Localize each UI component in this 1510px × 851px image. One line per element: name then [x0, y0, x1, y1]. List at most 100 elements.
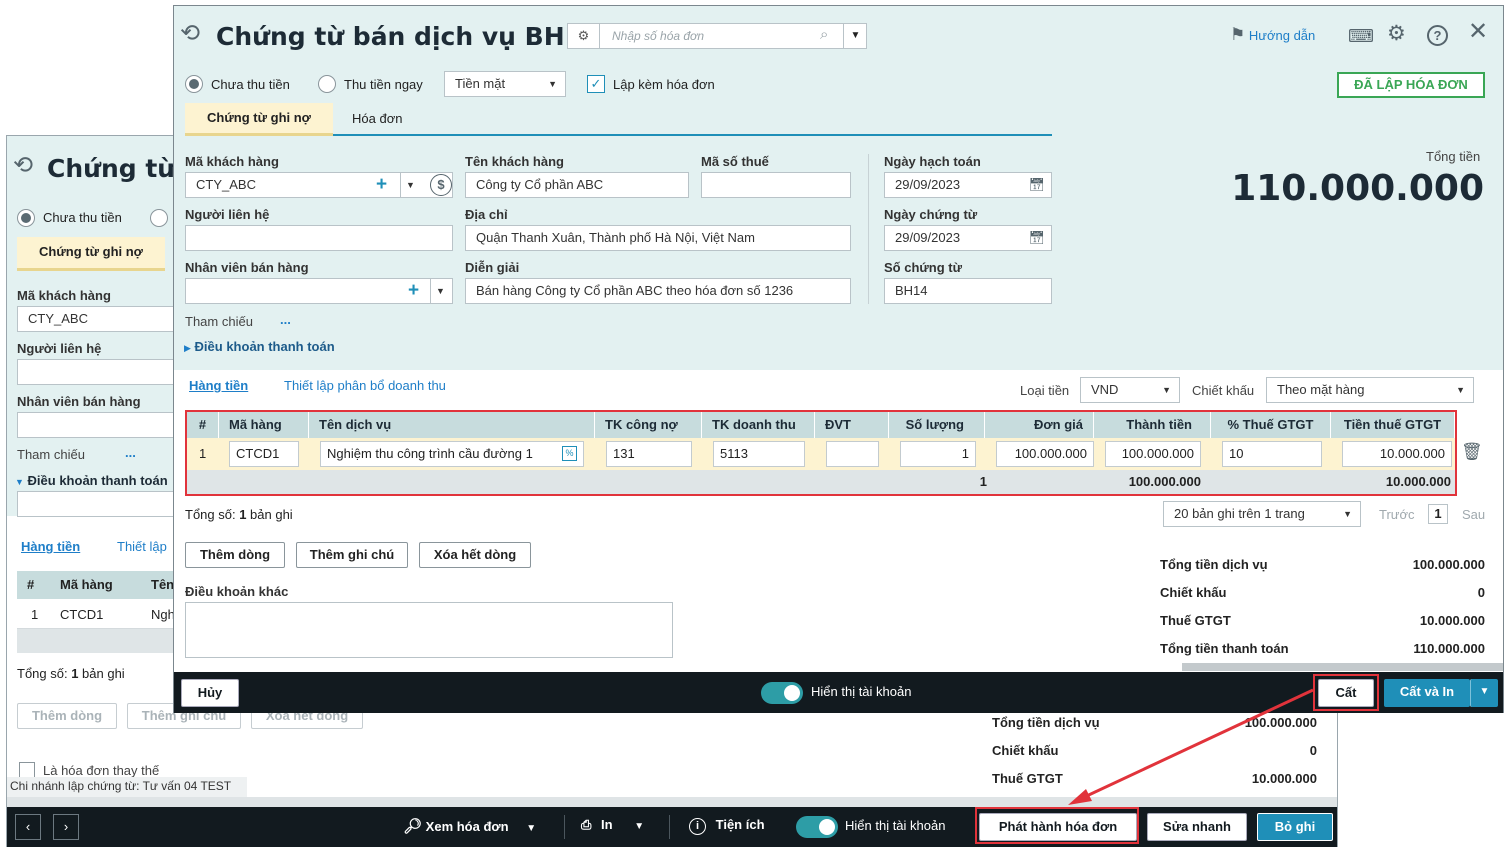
next-record-button[interactable]: ›	[53, 814, 79, 840]
sales-staff-field[interactable]: + ▼	[185, 278, 453, 304]
front-bottom-toolbar: Hủy Hiển thị tài khoản Cất Cất và In ▼	[174, 672, 1503, 713]
trash-icon[interactable]: 🗑︎	[1461, 442, 1483, 462]
add-row-button[interactable]: Thêm dòng	[185, 542, 285, 568]
page-size-select[interactable]: 20 bản ghi trên 1 trang ▼	[1163, 501, 1361, 527]
history-icon[interactable]: ⟲	[13, 154, 33, 178]
subtab-revenue-alloc[interactable]: Thiết lập phân bổ doanh thu	[284, 378, 446, 393]
chevron-down-icon[interactable]: ▼	[843, 24, 867, 48]
back-add-row-button[interactable]: Thêm dòng	[17, 703, 117, 729]
save-print-button[interactable]: Cất và In	[1384, 679, 1470, 707]
back-replace-invoice-checkbox[interactable]	[19, 762, 35, 778]
back-contact-field[interactable]	[17, 359, 177, 385]
currency-icon[interactable]: $	[430, 174, 452, 196]
back-total-records: Tổng số: 1 bản ghi	[17, 666, 125, 681]
total-service-label: Tổng tiền dịch vụ	[1160, 557, 1268, 572]
next-page-button[interactable]: Sau	[1462, 507, 1485, 522]
invoice-search[interactable]: ⚙ Nhập số hóa đơn ⌕ ▼	[567, 23, 867, 49]
grid-highlight	[185, 410, 1457, 496]
chevron-down-icon[interactable]: ▼	[436, 279, 445, 303]
back-payment-terms-field[interactable]	[17, 491, 177, 517]
address-field[interactable]: Quận Thanh Xuân, Thành phố Hà Nội, Việt …	[465, 225, 851, 251]
back-radio-paid[interactable]	[150, 209, 168, 227]
add-icon[interactable]: +	[408, 279, 419, 303]
view-invoice-button[interactable]: 🔎︎ Xem hóa đơn ▼	[403, 817, 536, 835]
close-icon[interactable]: ✕	[1468, 20, 1488, 44]
back-show-accounts-toggle[interactable]	[796, 816, 838, 838]
chevron-down-icon[interactable]: ▼	[406, 173, 415, 197]
page-number[interactable]: 1	[1428, 504, 1448, 524]
back-radio-unpaid[interactable]	[17, 209, 35, 227]
payment-terms-toggle[interactable]: ▶ Điều khoản thanh toán	[184, 339, 335, 354]
chevron-down-icon: ▼	[634, 821, 645, 832]
calendar-icon[interactable]: 📅︎	[1028, 173, 1045, 197]
print-label: In	[601, 817, 613, 832]
gear-icon[interactable]: ⚙	[568, 24, 600, 48]
back-customer-code-label: Mã khách hàng	[17, 288, 111, 303]
help-icon[interactable]: ?	[1427, 25, 1448, 46]
radio-unpaid[interactable]	[185, 75, 203, 93]
prev-record-button[interactable]: ‹	[15, 814, 41, 840]
radio-paid[interactable]	[318, 75, 336, 93]
cancel-button[interactable]: Hủy	[181, 679, 239, 707]
currency-select[interactable]: VND ▼	[1080, 377, 1180, 403]
search-input[interactable]: Nhập số hóa đơn	[612, 29, 704, 43]
back-payment-terms-label: Điều khoản thanh toán	[27, 473, 168, 488]
keyboard-icon[interactable]: ⌨	[1348, 26, 1374, 46]
subtab-goods[interactable]: Hàng tiền	[189, 378, 248, 393]
invoice-status-badge: ĐÃ LẬP HÓA ĐƠN	[1337, 72, 1485, 98]
vat-total-label: Thuế GTGT	[1160, 613, 1231, 628]
back-customer-code-field[interactable]: CTY_ABC	[17, 306, 177, 332]
printer-icon: ⎙	[581, 817, 592, 832]
voucher-no-field[interactable]: BH14	[884, 278, 1052, 304]
back-sales-staff-field[interactable]	[17, 412, 177, 438]
discount-mode-select[interactable]: Theo mặt hàng ▼	[1266, 377, 1474, 403]
calendar-icon[interactable]: 📅︎	[1028, 226, 1045, 250]
back-payment-terms[interactable]: ▼ Điều khoản thanh toán	[15, 473, 168, 488]
history-icon[interactable]: ⟲	[180, 22, 200, 46]
reference-more[interactable]: ...	[280, 312, 291, 327]
help-link[interactable]: ⚑ Hướng dẫn	[1230, 25, 1315, 45]
posting-date-field[interactable]: 29/09/2023 📅︎	[884, 172, 1052, 198]
show-accounts-toggle[interactable]	[761, 682, 803, 704]
clear-rows-button[interactable]: Xóa hết dòng	[419, 542, 531, 568]
prev-page-button[interactable]: Trước	[1379, 507, 1415, 522]
with-invoice-checkbox[interactable]: ✓	[587, 75, 605, 93]
back-radio-unpaid-label: Chưa thu tiền	[43, 210, 122, 225]
tab-invoice[interactable]: Hóa đơn	[352, 111, 402, 126]
print-button[interactable]: ⎙ In ▼	[581, 817, 644, 833]
settings-icon[interactable]: ⚙	[1387, 23, 1406, 44]
tax-code-field[interactable]	[701, 172, 851, 198]
back-tab-goods[interactable]: Hàng tiền	[21, 539, 80, 554]
other-terms-textarea[interactable]	[185, 602, 673, 658]
back-tab-debit[interactable]: Chứng từ ghi nợ	[17, 237, 165, 271]
add-icon[interactable]: +	[376, 173, 387, 197]
posting-date-label: Ngày hạch toán	[884, 154, 981, 169]
back-reference-more[interactable]: ...	[125, 445, 136, 460]
save-print-menu[interactable]: ▼	[1470, 679, 1498, 707]
contact-field[interactable]	[185, 225, 453, 251]
search-icon[interactable]: ⌕	[820, 26, 828, 43]
description-label: Diễn giải	[465, 260, 520, 275]
table-row[interactable]: 1 CTCD1 Ngh	[17, 599, 179, 629]
customer-code-value: CTY_ABC	[196, 177, 256, 192]
reference-label: Tham chiếu	[185, 314, 253, 329]
tab-debit-voucher[interactable]: Chứng từ ghi nợ	[185, 103, 333, 136]
add-note-button[interactable]: Thêm ghi chú	[296, 542, 408, 568]
tax-code-label: Mã số thuế	[701, 154, 769, 169]
discount-label: Chiết khấu	[1192, 383, 1255, 398]
payment-method-value: Tiền mặt	[455, 76, 506, 91]
discount-total-label: Chiết khấu	[1160, 585, 1227, 600]
save-highlight	[1313, 674, 1379, 711]
unpost-button[interactable]: Bỏ ghi	[1257, 813, 1333, 841]
back-scrollbar[interactable]	[7, 797, 1337, 807]
customer-code-field[interactable]: CTY_ABC + ▼	[185, 172, 453, 198]
description-field[interactable]: Bán hàng Công ty Cổ phần ABC theo hóa đơ…	[465, 278, 851, 304]
utilities-button[interactable]: i Tiện ích	[689, 817, 765, 835]
horizontal-scrollbar[interactable]	[1182, 663, 1503, 671]
customer-name-field[interactable]: Công ty Cổ phần ABC	[465, 172, 689, 198]
voucher-date-field[interactable]: 29/09/2023 📅︎	[884, 225, 1052, 251]
quick-edit-button[interactable]: Sửa nhanh	[1147, 813, 1247, 841]
back-show-accounts-label: Hiển thị tài khoản	[845, 818, 946, 833]
payment-method-select[interactable]: Tiền mặt ▼	[444, 71, 566, 97]
back-tab-alloc[interactable]: Thiết lập	[117, 539, 167, 554]
